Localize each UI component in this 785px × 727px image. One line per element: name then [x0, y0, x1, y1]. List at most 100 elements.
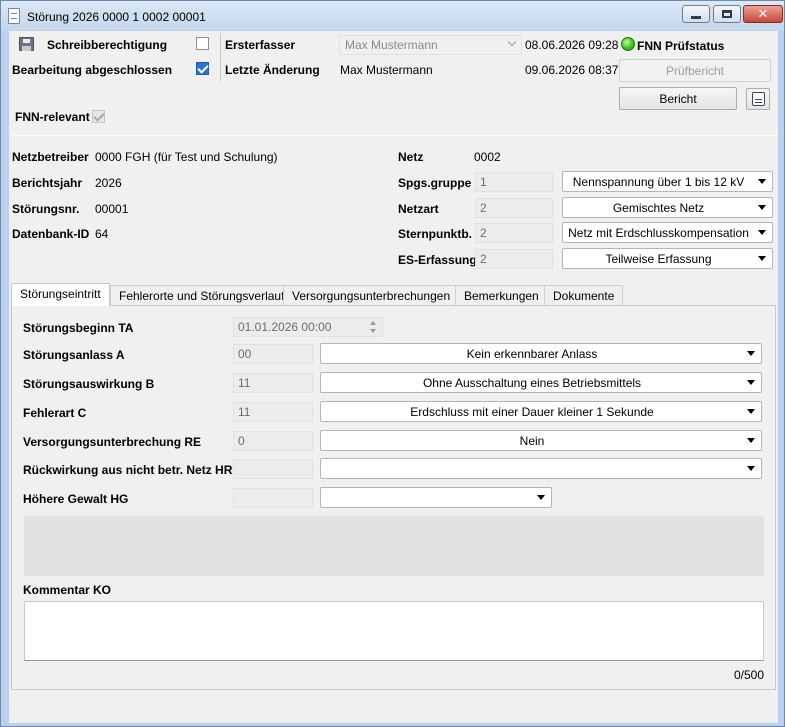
report-year-label: Berichtsjahr [12, 176, 83, 190]
chevron-down-icon [507, 37, 517, 47]
minimize-button[interactable] [682, 5, 710, 23]
fnn-relevant-checkbox[interactable] [92, 110, 105, 123]
fault-type-option: Erdschluss mit einer Dauer kleiner 1 Sek… [410, 404, 654, 419]
operator-value: 0000 FGH (für Test und Schulung) [95, 150, 278, 164]
neutral-point-select[interactable]: Netz mit Erdschlusskompensation [562, 222, 773, 243]
dropdown-arrow-icon [758, 179, 766, 184]
supply-interruption-label: Versorgungsunterbrechung RE [23, 435, 202, 449]
last-change-value: Max Mustermann [340, 63, 433, 77]
tab-documents[interactable]: Dokumente [544, 285, 624, 305]
fault-start-value: 01.01.2026 00:00 [238, 320, 332, 334]
fault-effect-option: Ohne Ausschaltung eines Betriebsmittels [422, 375, 642, 390]
created-date: 08.06.2026 09:28 [525, 38, 619, 52]
app-window: Störung 2026 0000 1 0002 00001 ✕ Schreib… [0, 0, 785, 727]
es-capture-option: Teilweise Erfassung [605, 251, 712, 266]
close-button[interactable]: ✕ [743, 5, 783, 23]
document-icon [8, 8, 20, 24]
dropdown-arrow-icon [747, 438, 755, 443]
last-change-date: 09.06.2026 08:37 [525, 63, 619, 77]
report-button[interactable]: Bericht [619, 87, 737, 110]
feedback-select[interactable] [320, 458, 762, 479]
report-year-value: 2026 [95, 176, 122, 190]
force-majeure-select[interactable] [320, 487, 552, 508]
fault-effect-code[interactable]: 11 [233, 373, 313, 393]
write-permission-label: Schreibberechtigung [47, 38, 168, 52]
comment-counter: 0/500 [734, 668, 765, 682]
force-majeure-code[interactable] [233, 488, 313, 508]
tab-fault-onset[interactable]: Störungseintritt [11, 283, 110, 306]
comment-textarea[interactable] [24, 601, 764, 661]
fault-type-code[interactable]: 11 [233, 402, 313, 422]
database-id-label: Datenbank-ID [12, 227, 90, 241]
write-permission-checkbox[interactable] [196, 37, 209, 50]
fault-type-select[interactable]: Erdschluss mit einer Dauer kleiner 1 Sek… [320, 401, 762, 422]
fault-start-label: Störungsbeginn TA [23, 321, 134, 335]
tab-panel: Störungsbeginn TA 01.01.2026 00:00 Störu… [11, 305, 776, 690]
header-divider [220, 33, 221, 81]
voltage-group-select[interactable]: Nennspannung über 1 bis 12 kV [562, 171, 773, 192]
fault-effect-label: Störungsauswirkung B [23, 377, 155, 391]
feedback-label: Rückwirkung aus nicht betr. Netz HR [23, 463, 233, 477]
database-id-value: 64 [95, 227, 109, 241]
dropdown-arrow-icon [747, 380, 755, 385]
window-title: Störung 2026 0000 1 0002 00001 [27, 10, 206, 24]
maximize-icon [722, 10, 732, 18]
neutral-point-option: Netz mit Erdschlusskompensation [568, 225, 749, 240]
voltage-group-code[interactable]: 1 [475, 172, 553, 192]
tab-supply-interruptions[interactable]: Versorgungsunterbrechungen [283, 285, 460, 305]
voltage-group-option: Nennspannung über 1 bis 12 kV [572, 174, 745, 189]
creator-select[interactable]: Max Mustermann [339, 35, 522, 55]
dropdown-arrow-icon [747, 351, 755, 356]
fault-number-label: Störungsnr. [12, 202, 80, 216]
force-majeure-label: Höhere Gewalt HG [23, 492, 129, 506]
grid-type-option: Gemischtes Netz [612, 200, 705, 215]
edit-completed-label: Bearbeitung abgeschlossen [12, 63, 173, 77]
dropdown-arrow-icon [758, 230, 766, 235]
check-report-button[interactable]: Prüfbericht [619, 59, 771, 82]
fault-cause-select[interactable]: Kein erkennbarer Anlass [320, 343, 762, 364]
supply-interruption-select[interactable]: Nein [320, 430, 762, 451]
grid-type-label: Netzart [398, 202, 439, 216]
operator-label: Netzbetreiber [12, 150, 89, 164]
supply-interruption-code[interactable]: 0 [233, 431, 313, 451]
fault-start-input[interactable]: 01.01.2026 00:00 [233, 317, 383, 337]
dropdown-arrow-icon [758, 256, 766, 261]
creator-value: Max Mustermann [345, 38, 438, 52]
grid-type-code[interactable]: 2 [475, 198, 553, 218]
dropdown-arrow-icon [758, 205, 766, 210]
neutral-point-code[interactable]: 2 [475, 223, 553, 243]
close-icon: ✕ [757, 6, 769, 21]
fault-cause-option: Kein erkennbarer Anlass [466, 346, 598, 361]
dropdown-arrow-icon [747, 466, 755, 471]
es-capture-select[interactable]: Teilweise Erfassung [562, 248, 773, 269]
tab-fault-locations[interactable]: Fehlerorte und Störungsverlauf [110, 285, 294, 305]
edit-completed-checkbox[interactable] [196, 62, 209, 75]
fault-cause-label: Störungsanlass A [23, 348, 125, 362]
minimize-icon [691, 15, 701, 19]
fnn-status-label: FNN Prüfstatus [637, 39, 725, 53]
es-capture-code[interactable]: 2 [475, 249, 553, 269]
tab-remarks[interactable]: Bemerkungen [455, 285, 548, 305]
last-change-label: Letzte Änderung [225, 63, 320, 77]
neutral-point-label: Sternpunktb. [398, 227, 472, 241]
save-icon[interactable] [19, 37, 34, 51]
es-capture-label: ES-Erfassung [398, 253, 477, 267]
feedback-code[interactable] [233, 459, 313, 479]
fault-type-label: Fehlerart C [23, 406, 87, 420]
print-button[interactable] [746, 88, 770, 110]
fault-cause-code[interactable]: 00 [233, 344, 313, 364]
maximize-button[interactable] [713, 5, 741, 23]
dropdown-arrow-icon [537, 495, 545, 500]
dropdown-arrow-icon [747, 409, 755, 414]
title-bar[interactable]: Störung 2026 0000 1 0002 00001 ✕ [1, 1, 784, 31]
fault-effect-select[interactable]: Ohne Ausschaltung eines Betriebsmittels [320, 372, 762, 393]
grid-type-select[interactable]: Gemischtes Netz [562, 197, 773, 218]
comment-label: Kommentar KO [23, 583, 112, 597]
fnn-relevant-label: FNN-relevant [15, 110, 90, 124]
grid-value: 0002 [474, 150, 501, 164]
supply-interruption-option: Nein [519, 433, 545, 448]
spinner-icon[interactable] [370, 321, 378, 333]
main-content: Schreibberechtigung Bearbeitung abgeschl… [9, 31, 778, 723]
grid-label: Netz [398, 150, 424, 164]
status-indicator-icon [621, 37, 635, 51]
